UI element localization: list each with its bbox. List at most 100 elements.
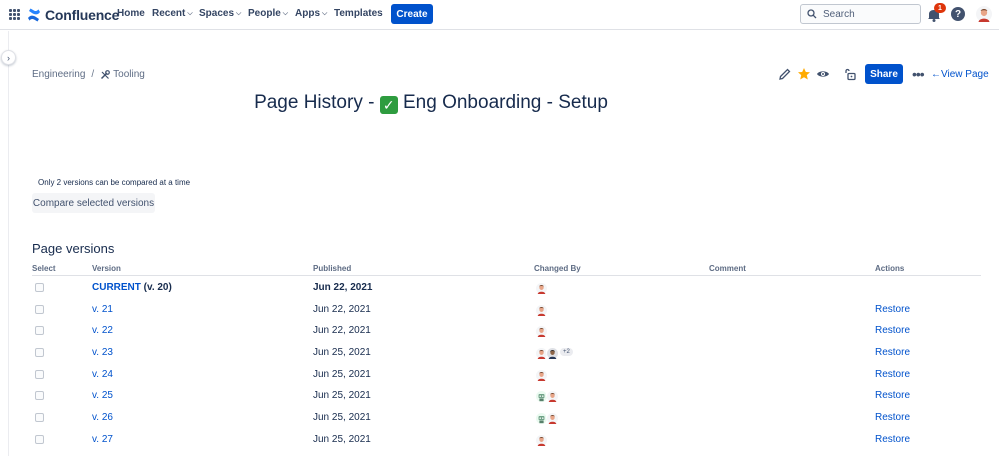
version-link[interactable]: v. 22 xyxy=(92,325,113,336)
create-button[interactable]: Create xyxy=(391,4,433,24)
search-box[interactable] xyxy=(800,4,921,24)
restore-link[interactable]: Restore xyxy=(875,412,910,423)
user-avatar-icon[interactable] xyxy=(546,388,559,403)
table-row: v. 27 Jun 25, 2021 Restore xyxy=(32,428,981,450)
chevron-down-icon: ⌵ xyxy=(187,9,193,17)
version-link[interactable]: v. 23 xyxy=(92,347,113,358)
confluence-logo[interactable]: Confluence xyxy=(27,7,119,23)
changed-by xyxy=(535,280,548,294)
nav-templates[interactable]: Templates xyxy=(334,8,383,19)
published-date: Jun 25, 2021 xyxy=(313,368,371,380)
version-suffix: (v. 20) xyxy=(140,282,172,293)
user-avatar-icon[interactable] xyxy=(535,431,548,446)
restore-link[interactable]: Restore xyxy=(875,304,910,315)
expand-sidebar-chevron-icon[interactable]: › xyxy=(1,50,16,65)
user-avatar-icon[interactable] xyxy=(546,410,559,425)
edit-pencil-icon[interactable] xyxy=(778,67,792,81)
table-row: v. 24 Jun 25, 2021 Restore xyxy=(32,363,981,385)
nav-recent-label: Recent xyxy=(152,8,186,19)
restore-link[interactable]: Restore xyxy=(875,434,910,445)
search-icon xyxy=(807,9,817,19)
share-button[interactable]: Share xyxy=(865,64,903,84)
user-avatar-icon[interactable] xyxy=(535,301,548,316)
view-page-label: View Page xyxy=(941,69,989,80)
help-icon[interactable]: ? xyxy=(951,7,965,21)
nav-spaces[interactable]: Spaces ⌵ xyxy=(199,8,241,19)
restore-link[interactable]: Restore xyxy=(875,369,910,380)
page-versions-table: Select Version Published Changed By Comm… xyxy=(32,262,981,450)
nav-people[interactable]: People ⌵ xyxy=(248,8,288,19)
version-label: v. 24 xyxy=(92,368,113,380)
nav-recent[interactable]: Recent ⌵ xyxy=(152,8,193,19)
compare-versions-button[interactable]: Compare selected versions xyxy=(32,193,155,213)
page-title: Page History - ✓ Eng Onboarding - Setup xyxy=(0,92,862,114)
star-icon[interactable] xyxy=(797,67,811,81)
more-actions-icon[interactable]: ••• xyxy=(912,66,925,82)
table-body: CURRENT (v. 20) Jun 22, 2021 v. 21 Jun 2… xyxy=(32,276,981,450)
nav-home[interactable]: Home xyxy=(117,8,145,19)
version-link[interactable]: v. 26 xyxy=(92,412,113,423)
check-mark-icon: ✓ xyxy=(379,96,398,114)
confluence-logo-text: Confluence xyxy=(45,7,120,23)
user-avatar-icon[interactable] xyxy=(535,323,548,338)
version-label: v. 23 xyxy=(92,347,113,359)
page-title-prefix: Page History - xyxy=(254,92,380,113)
restore-link[interactable]: Restore xyxy=(875,390,910,401)
changed-by xyxy=(535,388,559,403)
published-date: Jun 25, 2021 xyxy=(313,433,371,445)
table-row: CURRENT (v. 20) Jun 22, 2021 xyxy=(32,276,981,298)
select-version-checkbox[interactable] xyxy=(35,283,44,292)
header-actions: Actions xyxy=(875,264,905,273)
nav-apps[interactable]: Apps ⌵ xyxy=(295,8,327,19)
notification-badge: 1 xyxy=(934,3,946,13)
arrow-left-icon: ← xyxy=(931,69,941,80)
user-avatar-icon[interactable] xyxy=(535,280,548,294)
table-header: Select Version Published Changed By Comm… xyxy=(32,262,981,276)
published-date: Jun 22, 2021 xyxy=(313,282,373,293)
user-avatar-icon[interactable] xyxy=(546,345,559,360)
version-label: v. 27 xyxy=(92,433,113,445)
breadcrumb: Engineering / Tooling xyxy=(32,69,145,80)
top-navigation: Confluence Home Recent ⌵ Spaces ⌵ People ⌵ … xyxy=(0,0,999,30)
select-version-checkbox[interactable] xyxy=(35,413,44,423)
select-version-checkbox[interactable] xyxy=(35,326,44,336)
search-input[interactable] xyxy=(823,8,913,20)
nav-people-label: People xyxy=(248,8,281,19)
select-version-checkbox[interactable] xyxy=(35,434,44,444)
nav-spaces-label: Spaces xyxy=(199,8,235,19)
breadcrumb-engineering[interactable]: Engineering xyxy=(32,69,85,80)
user-avatar[interactable] xyxy=(976,6,992,22)
chevron-down-icon: ⌵ xyxy=(282,9,289,17)
select-version-checkbox[interactable] xyxy=(35,348,44,358)
user-avatar-icon[interactable] xyxy=(535,366,548,381)
table-row: v. 23 Jun 25, 2021 +2 Restore xyxy=(32,341,981,363)
version-link[interactable]: v. 24 xyxy=(92,369,113,380)
published-date: Jun 22, 2021 xyxy=(313,303,371,315)
view-page-link[interactable]: ←View Page xyxy=(931,69,989,80)
header-comment: Comment xyxy=(709,264,746,273)
more-contributors-count[interactable]: +2 xyxy=(560,347,573,356)
restore-link[interactable]: Restore xyxy=(875,347,910,358)
header-version: Version xyxy=(92,264,121,273)
breadcrumb-tooling[interactable]: Tooling xyxy=(100,69,145,80)
chevron-down-icon: ⌵ xyxy=(236,9,242,17)
watch-eye-icon[interactable] xyxy=(816,67,830,81)
version-link[interactable]: v. 21 xyxy=(92,304,113,315)
breadcrumb-separator: / xyxy=(91,69,95,80)
chevron-down-icon: ⌵ xyxy=(322,9,328,17)
select-version-checkbox[interactable] xyxy=(35,369,44,379)
version-label: v. 26 xyxy=(92,412,113,424)
compare-note: Only 2 versions can be compared at a tim… xyxy=(38,178,191,187)
restore-link[interactable]: Restore xyxy=(875,325,910,336)
select-version-checkbox[interactable] xyxy=(35,304,44,314)
version-link[interactable]: v. 25 xyxy=(92,390,113,401)
published-date: Jun 25, 2021 xyxy=(313,390,371,402)
page-title-suffix: Eng Onboarding - Setup xyxy=(397,92,608,113)
version-link[interactable]: CURRENT (v. 20) xyxy=(92,282,172,293)
breadcrumb-tooling-label: Tooling xyxy=(113,69,145,80)
select-version-checkbox[interactable] xyxy=(35,391,44,401)
published-date: Jun 25, 2021 xyxy=(313,412,371,424)
restrictions-lock-icon[interactable] xyxy=(843,67,857,81)
version-link[interactable]: v. 27 xyxy=(92,434,113,445)
app-switcher-icon[interactable] xyxy=(9,9,20,20)
